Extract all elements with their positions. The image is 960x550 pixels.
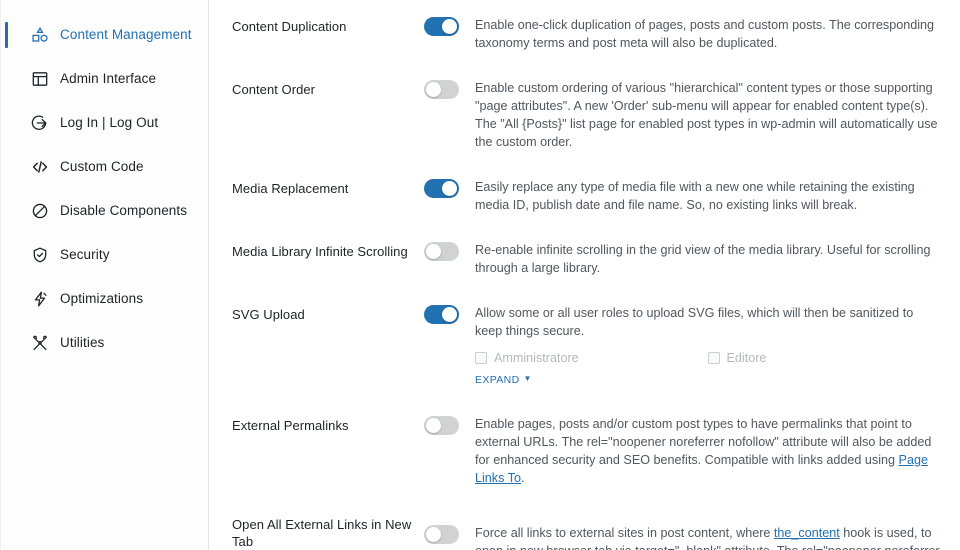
expand-roles-link[interactable]: EXPAND ▼	[475, 374, 532, 386]
sidebar-item-content-management[interactable]: Content Management	[1, 13, 208, 57]
sidebar-item-disable-components[interactable]: Disable Components	[1, 189, 208, 233]
the-content-link[interactable]: the_content	[774, 526, 840, 540]
setting-body: Enable pages, posts and/or custom post t…	[464, 415, 940, 487]
sidebar-item-label: Optimizations	[60, 290, 144, 306]
setting-label: Open All External Links in New Tab	[232, 517, 412, 549]
toggle-knob	[426, 244, 441, 259]
toggle-knob	[442, 181, 457, 196]
setting-row: Content Duplication Enable one-click dup…	[209, 16, 960, 52]
toggle-external-permalinks[interactable]	[424, 416, 459, 435]
toggle-cell	[424, 241, 464, 261]
setting-row: External Permalinks Enable pages, posts …	[209, 415, 960, 487]
role-checkbox-amministratore[interactable]: Amministratore	[475, 351, 708, 365]
description-text-part-2: .	[520, 471, 525, 485]
toggle-cell	[424, 79, 464, 99]
tools-icon	[30, 334, 49, 353]
sidebar-item-label: Admin Interface	[60, 70, 157, 86]
checkbox-icon[interactable]	[707, 352, 720, 364]
layout-icon	[30, 70, 49, 89]
toggle-cell	[424, 514, 464, 544]
setting-description: Force all links to external sites in pos…	[475, 524, 940, 550]
expand-label: EXPAND	[475, 374, 520, 386]
role-checkbox-editore[interactable]: Editore	[707, 351, 941, 365]
role-label: Amministratore	[494, 351, 579, 365]
lightning-bolt-icon	[30, 290, 49, 309]
toggle-cell	[424, 16, 464, 36]
sidebar-item-custom-code[interactable]: Custom Code	[1, 145, 208, 189]
setting-body: Easily replace any type of media file wi…	[464, 178, 940, 214]
sidebar-item-label: Custom Code	[60, 158, 144, 174]
toggle-content-duplication[interactable]	[424, 17, 459, 36]
sidebar-item-label: Log In | Log Out	[60, 114, 159, 130]
sidebar-item-log-in-log-out[interactable]: Log In | Log Out	[1, 101, 208, 145]
setting-description: Re-enable infinite scrolling in the grid…	[475, 243, 931, 275]
code-brackets-icon	[30, 158, 49, 177]
toggle-media-replacement[interactable]	[424, 179, 459, 198]
setting-body: Enable one-click duplication of pages, p…	[464, 16, 940, 52]
settings-page: Content Management Admin Interface Log I…	[0, 0, 960, 550]
sidebar-item-security[interactable]: Security	[1, 233, 208, 277]
sidebar-item-utilities[interactable]: Utilities	[1, 321, 208, 365]
toggle-cell	[424, 415, 464, 435]
setting-label: Content Order	[232, 82, 316, 97]
toggle-cell	[424, 178, 464, 198]
setting-description: Enable custom ordering of various "hiera…	[475, 81, 938, 149]
description-text-part-1: Enable pages, posts and/or custom post t…	[475, 417, 932, 467]
sidebar-item-label: Content Management	[60, 26, 192, 42]
settings-list: Content Duplication Enable one-click dup…	[209, 0, 960, 550]
shield-check-icon	[30, 246, 49, 265]
toggle-knob	[442, 307, 457, 322]
setting-body: Enable custom ordering of various "hiera…	[464, 79, 940, 151]
toggle-svg-upload[interactable]	[424, 305, 459, 324]
toggle-open-all-external-links-in-new-tab[interactable]	[424, 525, 459, 544]
setting-label: Media Replacement	[232, 181, 349, 196]
description-text-part-1: Force all links to external sites in pos…	[475, 526, 774, 540]
sidebar-item-admin-interface[interactable]: Admin Interface	[1, 57, 208, 101]
checkbox-icon[interactable]	[475, 352, 487, 364]
setting-description: Enable pages, posts and/or custom post t…	[475, 415, 940, 487]
role-label: Editore	[726, 351, 767, 365]
sidebar-item-label: Security	[60, 246, 110, 262]
setting-description: Allow some or all user roles to upload S…	[475, 306, 914, 338]
sidebar-item-label: Disable Components	[60, 202, 188, 218]
setting-row: Media Replacement Easily replace any typ…	[209, 178, 960, 214]
toggle-content-order[interactable]	[424, 80, 459, 99]
shapes-icon	[30, 26, 49, 45]
setting-label: Media Library Infinite Scrolling	[232, 244, 408, 259]
toggle-knob	[426, 418, 441, 433]
role-checkbox-group: Amministratore Editore	[475, 351, 940, 365]
setting-row: Media Library Infinite Scrolling Re-enab…	[209, 241, 960, 277]
toggle-cell	[424, 304, 464, 324]
setting-label: Content Duplication	[232, 19, 347, 34]
sidebar-item-optimizations[interactable]: Optimizations	[1, 277, 208, 321]
setting-body: Allow some or all user roles to upload S…	[464, 304, 940, 388]
active-indicator-bar	[5, 22, 8, 48]
setting-label: SVG Upload	[232, 307, 305, 322]
setting-body: Force all links to external sites in pos…	[464, 514, 940, 550]
setting-row: Open All External Links in New Tab Force…	[209, 514, 960, 550]
toggle-media-library-infinite-scrolling[interactable]	[424, 242, 459, 261]
toggle-knob	[426, 82, 441, 97]
setting-row: Content Order Enable custom ordering of …	[209, 79, 960, 151]
setting-description: Easily replace any type of media file wi…	[475, 180, 915, 212]
sidebar-item-label: Utilities	[60, 334, 105, 350]
setting-body: Re-enable infinite scrolling in the grid…	[464, 241, 940, 277]
login-arrow-icon	[30, 114, 49, 133]
toggle-knob	[442, 19, 457, 34]
setting-description: Enable one-click duplication of pages, p…	[475, 18, 935, 50]
sidebar-nav: Content Management Admin Interface Log I…	[0, 0, 209, 550]
toggle-knob	[426, 527, 441, 542]
setting-label: External Permalinks	[232, 418, 349, 433]
setting-row: SVG Upload Allow some or all user roles …	[209, 304, 960, 388]
ban-icon	[30, 202, 49, 221]
chevron-down-icon: ▼	[523, 374, 532, 383]
